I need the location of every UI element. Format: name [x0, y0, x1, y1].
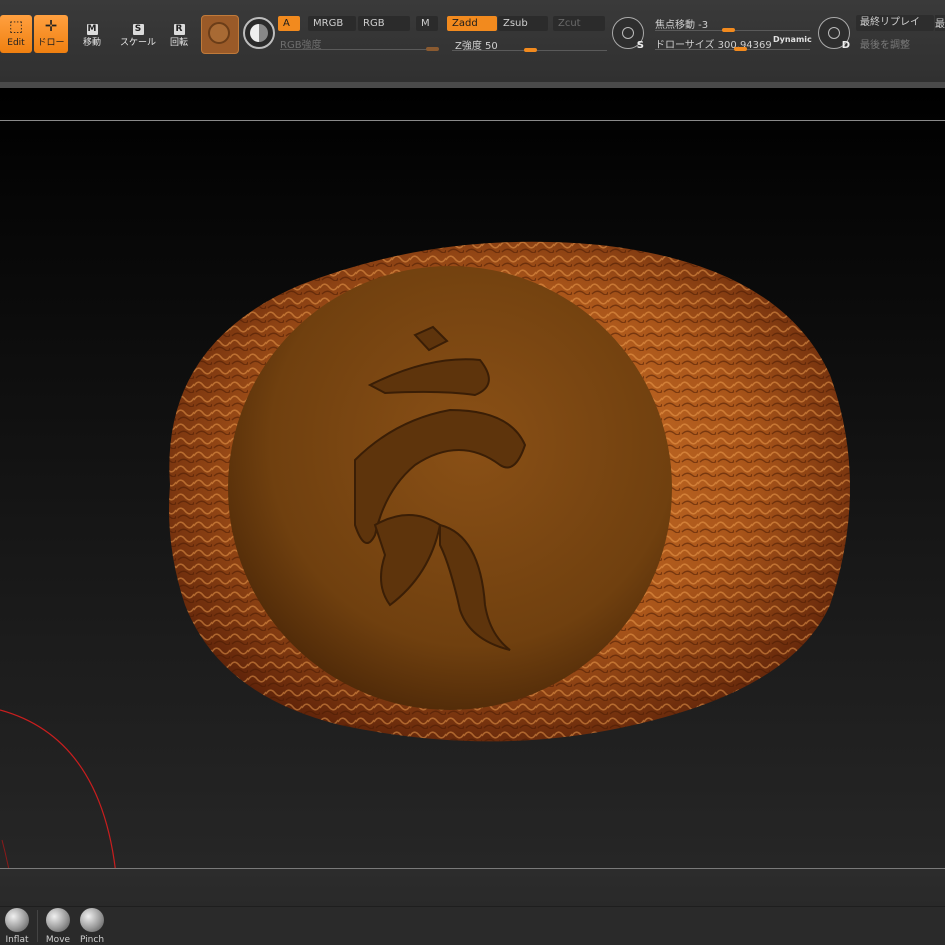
target-icon	[622, 27, 634, 39]
top-toolbar: ⬚ Edit ✛ ドロー M 移動 S スケール R 回転 A MRGB RGB…	[0, 0, 945, 83]
canvas-frame-top	[0, 120, 945, 121]
brush-sphere-icon	[80, 908, 104, 932]
scale-icon: S	[120, 15, 156, 37]
material-sphere-icon	[208, 22, 230, 44]
draw-size-knob[interactable]	[734, 47, 748, 51]
draw-label: ドロー	[37, 38, 65, 48]
focal-shift-knob[interactable]	[721, 28, 735, 32]
s-letter: S	[636, 40, 644, 51]
draw-button[interactable]: ✛ ドロー	[34, 15, 68, 53]
ring-face-disc	[228, 266, 672, 710]
mrgb-toggle[interactable]: MRGB	[308, 16, 356, 31]
m-toggle[interactable]: M	[416, 16, 438, 31]
brush-inflat[interactable]: Inflat	[0, 908, 34, 945]
truncated-button[interactable]: 最	[935, 15, 945, 31]
draw-size-slider[interactable]	[655, 49, 810, 50]
brush-pinch[interactable]: Pinch	[75, 908, 109, 945]
scale-label: スケール	[120, 38, 157, 48]
zadd-toggle[interactable]: Zadd	[447, 16, 497, 31]
edit-label: Edit	[7, 38, 25, 48]
last-adjust-label: 最後を調整	[860, 40, 910, 51]
symmetry-s-button[interactable]: S	[612, 17, 644, 51]
rgb-intensity-slider[interactable]	[280, 49, 437, 50]
rotate-icon: R	[165, 15, 193, 37]
rgb-intensity-knob[interactable]	[426, 47, 440, 51]
symmetry-d-button[interactable]: D	[818, 17, 850, 51]
brush-separator	[37, 910, 38, 942]
dynamic-toggle[interactable]: Dynamic	[773, 35, 812, 44]
material-button[interactable]	[201, 15, 239, 54]
z-intensity-knob[interactable]	[523, 48, 537, 52]
scale-button[interactable]: S スケール	[120, 15, 156, 53]
brush-strip	[0, 906, 945, 945]
edit-button[interactable]: ⬚ Edit	[0, 15, 32, 53]
last-replay-button[interactable]: 最終リプレイ	[856, 15, 934, 31]
stroke-button[interactable]	[243, 17, 275, 49]
zsub-toggle[interactable]: Zsub	[498, 16, 548, 31]
move-label: 移動	[82, 38, 101, 48]
d-letter: D	[841, 40, 850, 51]
ring-model[interactable]	[140, 225, 860, 755]
rotate-button[interactable]: R 回転	[165, 15, 193, 53]
a-toggle[interactable]: A	[278, 16, 300, 31]
rgb-toggle[interactable]: RGB	[358, 16, 410, 31]
move-button[interactable]: M 移動	[78, 15, 106, 53]
edit-icon: ⬚	[8, 17, 24, 35]
brush-sphere-icon	[5, 908, 29, 932]
focal-shift-label: 焦点移動 -3	[655, 20, 709, 31]
target-icon	[828, 27, 840, 39]
move-icon: M	[86, 24, 98, 35]
rotate-label: 回転	[169, 38, 188, 48]
zcut-toggle[interactable]: Zcut	[553, 16, 605, 31]
draw-crosshair-icon: ✛	[44, 17, 58, 35]
brush-move[interactable]: Move	[41, 908, 75, 945]
brush-sphere-icon	[46, 908, 70, 932]
